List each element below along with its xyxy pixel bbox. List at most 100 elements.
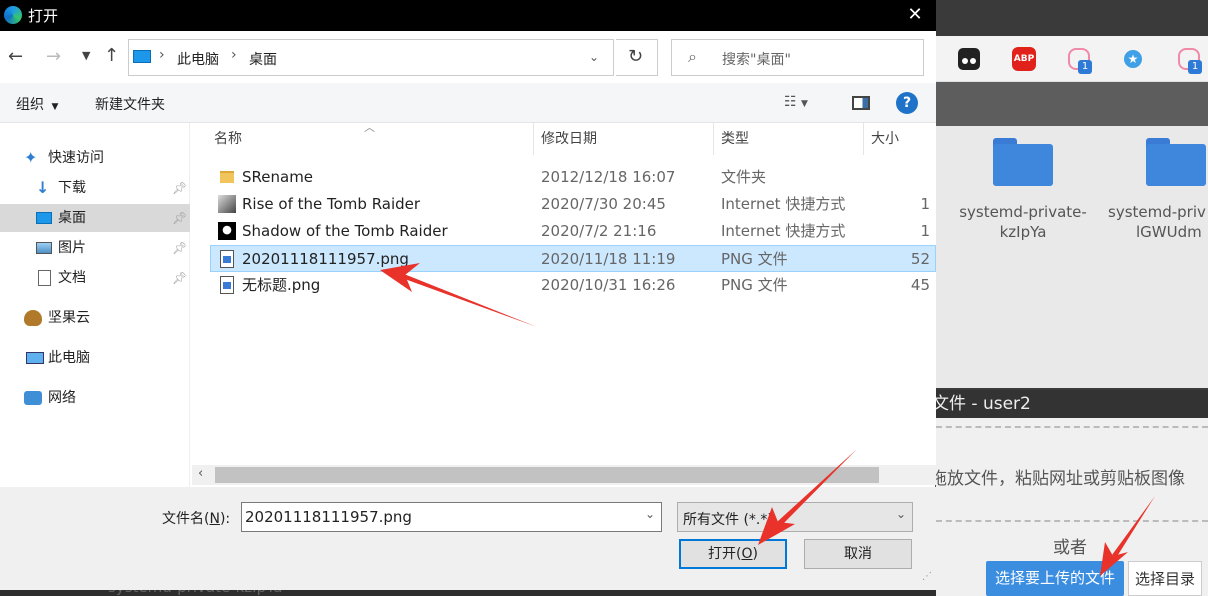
file-row[interactable]: SRename 2012/12/18 16:07 文件夹: [210, 164, 936, 191]
file-modified: 2020/10/31 16:26: [541, 276, 676, 294]
choose-directory-button[interactable]: 选择目录: [1128, 561, 1202, 596]
refresh-icon: ↻: [628, 46, 644, 67]
organize-menu-button[interactable]: 组织 ▼: [16, 94, 58, 114]
nav-jianguoyun[interactable]: 坚果云: [0, 304, 190, 332]
file-name: 20201118111957.png: [242, 250, 409, 268]
extension-badge: 1: [1188, 60, 1202, 74]
scroll-left-arrow-icon[interactable]: ‹: [198, 466, 203, 481]
open-label-end: ): [752, 546, 758, 562]
file-row[interactable]: Rise of the Tomb Raider 2020/7/30 20:45 …: [210, 191, 936, 218]
column-divider[interactable]: [533, 123, 534, 155]
breadcrumb-separator: ›: [231, 47, 237, 63]
pin-icon[interactable]: 📌︎: [172, 234, 187, 262]
search-placeholder: 搜索"桌面": [722, 52, 791, 68]
column-header-name[interactable]: 名称: [214, 123, 534, 155]
command-bar: 组织 ▼ 新建文件夹 ☷ ▼ ?: [0, 83, 936, 123]
back-arrow-icon[interactable]: ←: [8, 46, 23, 67]
open-button[interactable]: 打开(O): [679, 539, 787, 569]
resize-grip-icon[interactable]: ⋰: [922, 571, 932, 582]
file-browser-area: systemd-private- kzIpYa systemd-priv lGW…: [936, 126, 1208, 388]
breadcrumb-desktop[interactable]: 桌面: [249, 49, 277, 69]
nav-network[interactable]: 网络: [0, 384, 190, 412]
folder-label[interactable]: systemd-priv lGWUdm: [1108, 202, 1208, 242]
file-row[interactable]: 无标题.png 2020/10/31 16:26 PNG 文件 45: [210, 272, 936, 299]
address-dropdown-chevron-icon[interactable]: ⌄: [589, 50, 599, 64]
chevron-down-icon[interactable]: ⌄: [645, 507, 655, 521]
file-type: Internet 快捷方式: [721, 222, 846, 240]
browser-extensions-bar: ABP 1 ★ 1: [936, 36, 1208, 82]
organize-label: 组织: [16, 97, 44, 113]
file-size: 1: [920, 222, 930, 240]
open-access-key: O: [741, 546, 753, 562]
star-extension-icon[interactable]: ★: [1124, 50, 1142, 68]
star-icon: ✦: [24, 148, 38, 167]
nut-icon: [24, 310, 42, 326]
scrollbar-thumb[interactable]: [215, 467, 879, 483]
column-divider[interactable]: [863, 123, 864, 155]
file-modified: 2020/7/30 20:45: [541, 195, 666, 213]
new-folder-button[interactable]: 新建文件夹: [95, 94, 165, 114]
column-divider[interactable]: [713, 123, 714, 155]
recent-locations-chevron-icon[interactable]: ▼: [82, 49, 90, 62]
search-icon: ⌕: [688, 47, 697, 66]
pin-icon[interactable]: 📌︎: [172, 204, 187, 232]
file-modified: 2012/12/18 16:07: [541, 168, 676, 186]
pin-icon[interactable]: 📌︎: [172, 174, 187, 202]
dialog-footer: 文件名(N): 20201118111957.png ⌄ 所有文件 (*.*) …: [0, 487, 936, 590]
adblock-plus-icon[interactable]: ABP: [1012, 47, 1036, 71]
file-row-selected[interactable]: 20201118111957.png 2020/11/18 11:19 PNG …: [210, 245, 936, 272]
upload-title-text: 文件 - user2: [932, 394, 1031, 414]
forward-arrow-icon[interactable]: →: [46, 46, 61, 67]
help-icon[interactable]: ?: [896, 92, 918, 114]
file-name: Rise of the Tomb Raider: [242, 195, 421, 213]
file-type: Internet 快捷方式: [721, 195, 846, 213]
nav-label: 此电脑: [48, 350, 90, 366]
pin-icon[interactable]: 📌︎: [172, 264, 187, 292]
nav-downloads[interactable]: ↓ 下载 📌︎: [0, 174, 190, 202]
refresh-button[interactable]: ↻: [616, 39, 658, 76]
nav-this-pc[interactable]: 此电脑: [0, 344, 190, 372]
file-type: 文件夹: [721, 168, 767, 186]
nav-label: 图片: [58, 240, 86, 256]
horizontal-scrollbar[interactable]: ‹: [192, 465, 936, 485]
folder-label-line: systemd-priv: [1108, 203, 1206, 221]
nav-documents[interactable]: 文档 📌︎: [0, 264, 190, 292]
filename-label-text: 文件名(: [162, 511, 210, 527]
filename-input[interactable]: 20201118111957.png ⌄: [241, 502, 662, 532]
or-label: 或者: [1053, 538, 1087, 558]
file-row[interactable]: Shadow of the Tomb Raider 2020/7/2 21:16…: [210, 218, 936, 245]
cat-extension-icon[interactable]: 1: [1178, 48, 1202, 74]
cancel-button[interactable]: 取消: [804, 539, 912, 569]
tampermonkey-icon[interactable]: [958, 48, 980, 70]
column-header-size[interactable]: 大小: [871, 123, 899, 155]
breadcrumb-separator: ›: [159, 47, 165, 63]
file-size: 45: [910, 276, 930, 294]
filetype-select[interactable]: 所有文件 (*.*) ⌄: [677, 502, 913, 532]
choose-files-button[interactable]: 选择要上传的文件: [986, 561, 1124, 596]
preview-pane-icon[interactable]: [852, 96, 870, 110]
breadcrumb-this-pc[interactable]: 此电脑: [177, 49, 219, 69]
browser-header-band: [936, 82, 1208, 126]
file-size: 1: [920, 195, 930, 213]
document-icon: [38, 270, 51, 286]
navigation-pane: ✦ 快速访问 ↓ 下载 📌︎ 桌面 📌︎ 图片 📌︎ 文档 📌︎ 坚果云 此电脑…: [0, 123, 190, 487]
close-icon[interactable]: ✕: [898, 3, 932, 27]
up-arrow-icon[interactable]: ↑: [104, 45, 119, 66]
nav-pictures[interactable]: 图片 📌︎: [0, 234, 190, 262]
nav-quick-access[interactable]: ✦ 快速访问: [0, 144, 190, 172]
folder-icon[interactable]: [1146, 138, 1206, 186]
pictures-icon: [36, 242, 52, 254]
cat-extension-icon[interactable]: 1: [1068, 48, 1092, 74]
search-field[interactable]: ⌕ 搜索"桌面": [671, 39, 924, 76]
drop-hint: 拖放文件，粘贴网址或剪贴板图像: [936, 469, 1185, 486]
folder-label-line: systemd-private-: [959, 203, 1087, 221]
view-options-icon[interactable]: ☷ ▼: [784, 94, 808, 110]
address-bar[interactable]: › 此电脑 › 桌面 ⌄: [128, 39, 614, 76]
folder-label-line: lGWUdm: [1136, 223, 1202, 241]
column-header-modified[interactable]: 修改日期: [541, 123, 597, 155]
folder-icon[interactable]: [993, 138, 1053, 186]
game-shortcut-icon: [218, 195, 236, 213]
nav-desktop[interactable]: 桌面 📌︎: [0, 204, 190, 232]
column-header-type[interactable]: 类型: [721, 123, 749, 155]
folder-label[interactable]: systemd-private- kzIpYa: [958, 202, 1088, 242]
